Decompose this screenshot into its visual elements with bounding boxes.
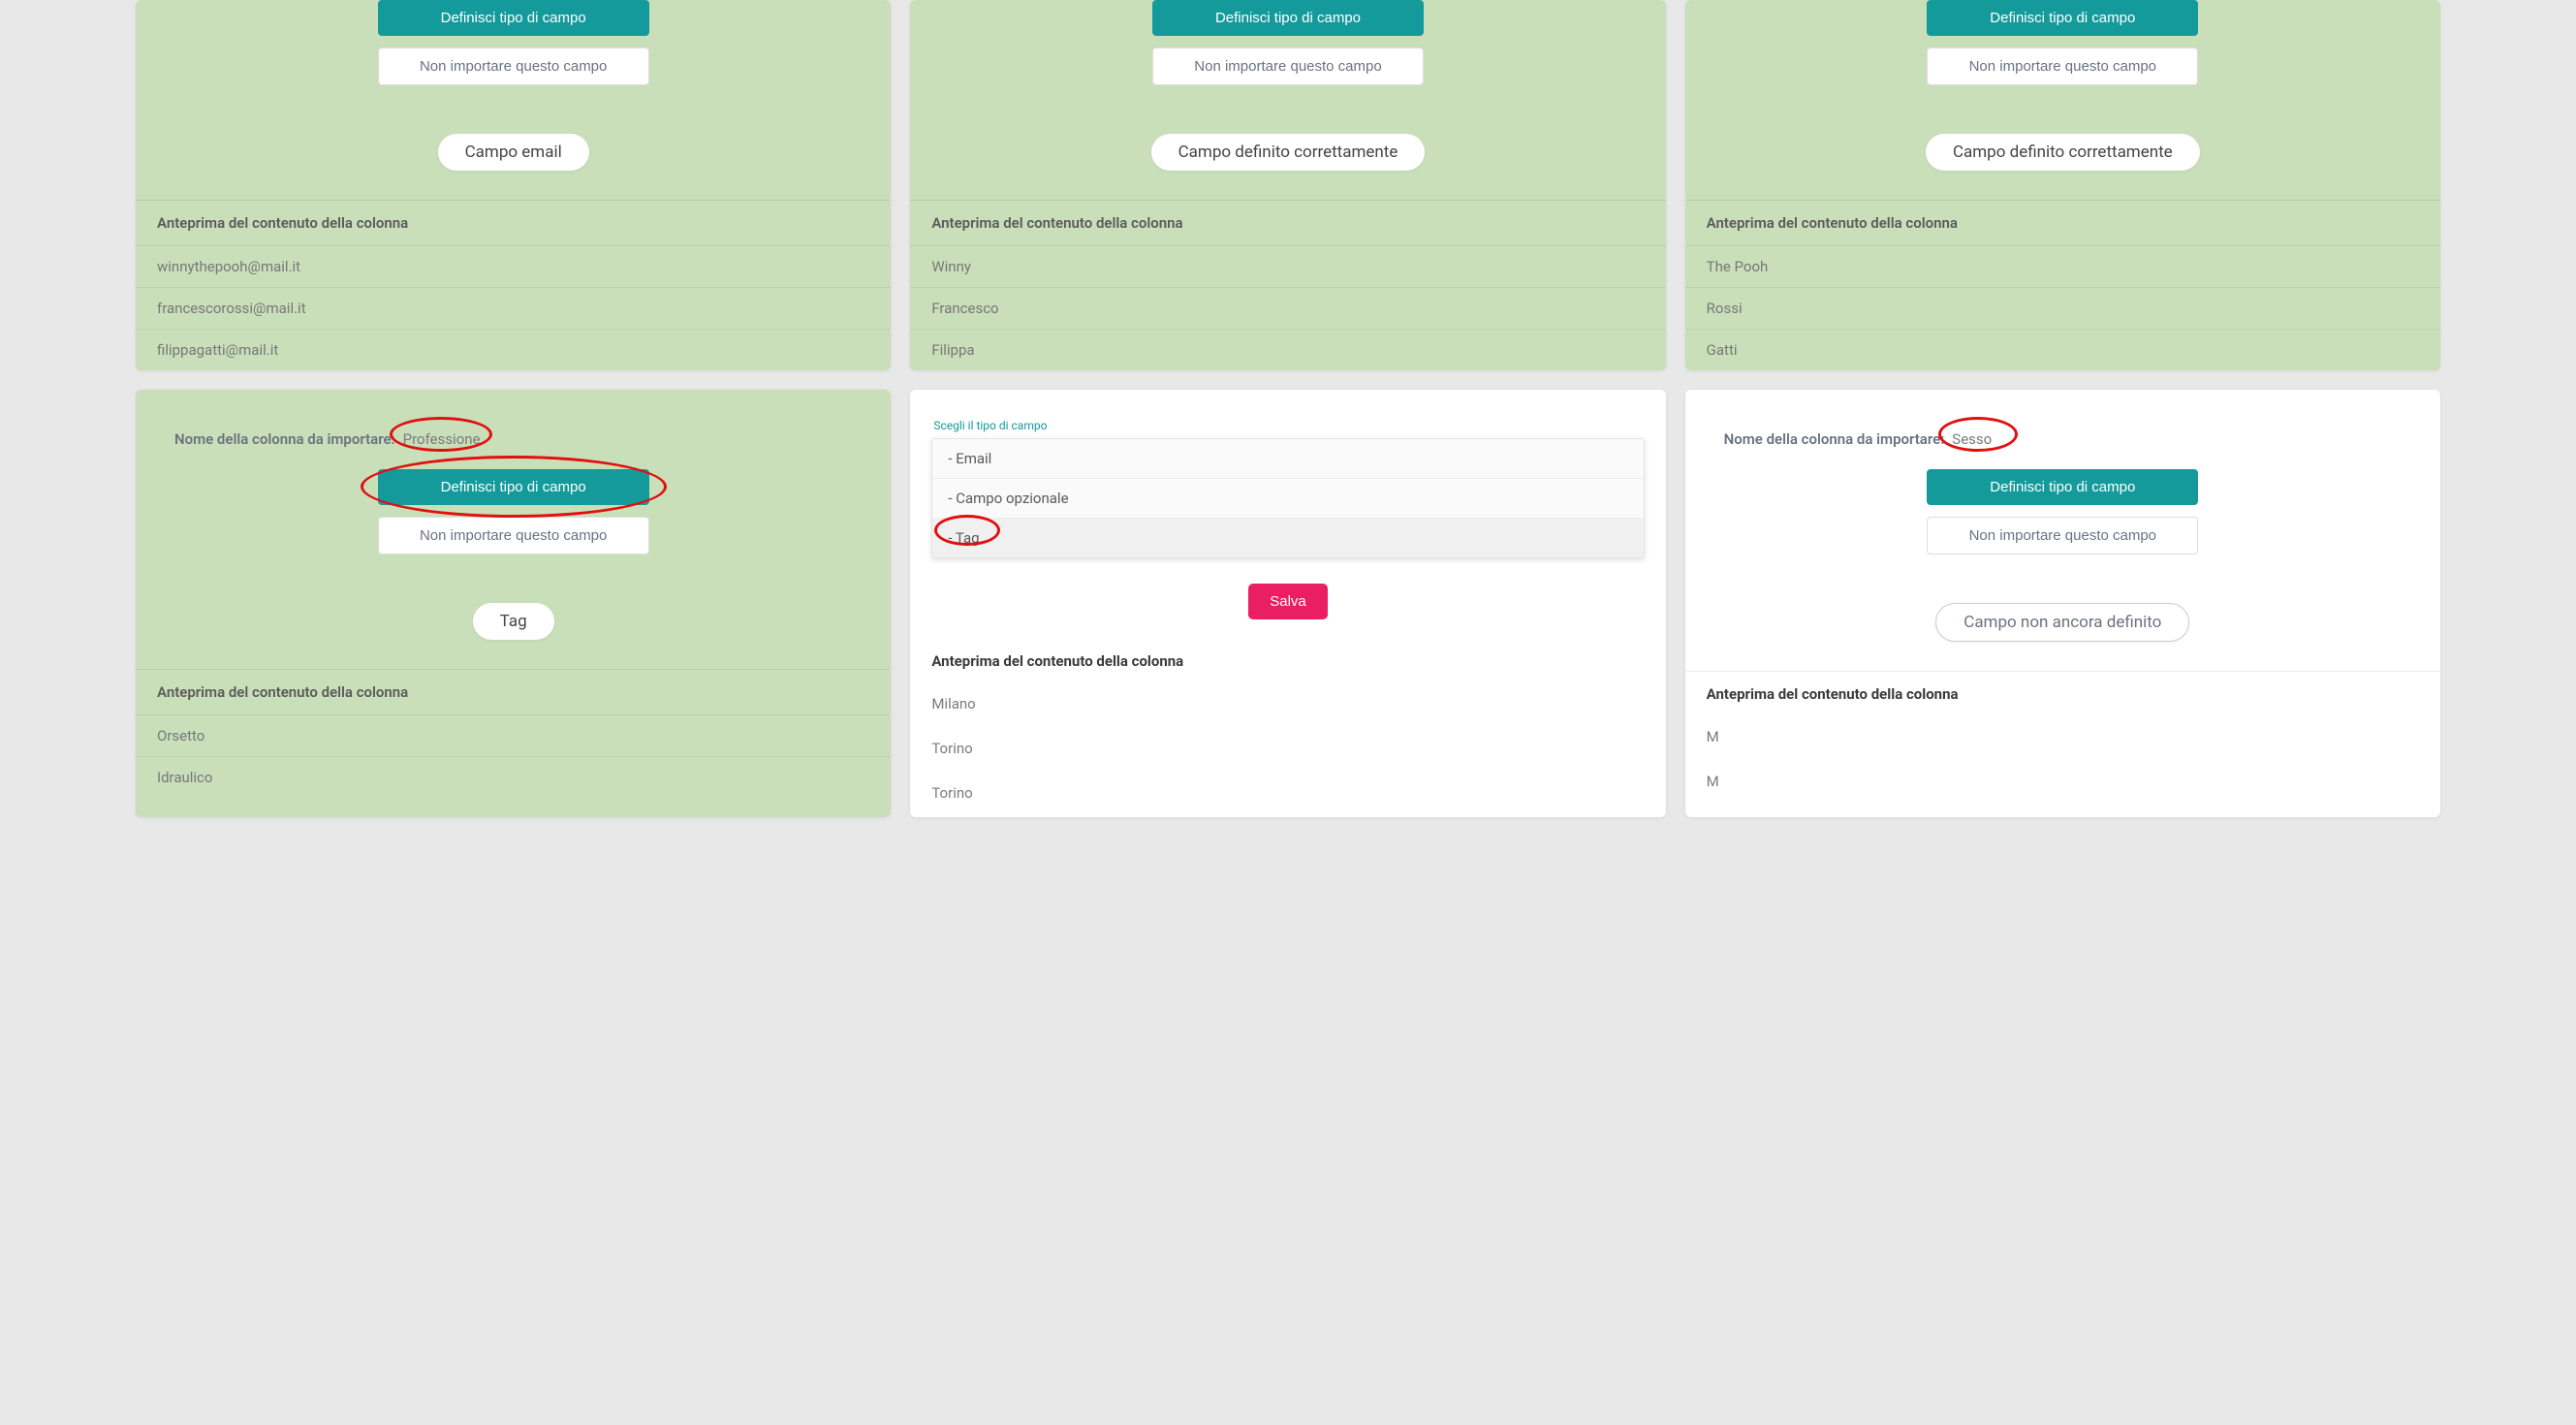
- ignore-field-button[interactable]: Non importare questo campo: [1927, 48, 2198, 85]
- ignore-field-button[interactable]: Non importare questo campo: [1927, 517, 2198, 554]
- status-pill-defined: Campo definito correttamente: [1926, 134, 2200, 171]
- preview-row: Idraulico: [136, 756, 891, 798]
- save-button[interactable]: Salva: [1248, 584, 1328, 619]
- status-pill-email: Campo email: [438, 134, 589, 171]
- preview-row: M: [1685, 716, 2440, 761]
- column-card-lastname: Definisci tipo di campo Non importare qu…: [1685, 0, 2440, 370]
- cards-grid: Definisci tipo di campo Non importare qu…: [0, 0, 2576, 837]
- preview-header: Anteprima del contenuto della colonna: [1685, 672, 2440, 716]
- select-label: Scegli il tipo di campo: [931, 419, 1644, 432]
- define-field-button[interactable]: Definisci tipo di campo: [1152, 0, 1424, 36]
- ignore-field-button[interactable]: Non importare questo campo: [378, 48, 649, 85]
- ignore-field-button[interactable]: Non importare questo campo: [1152, 48, 1424, 85]
- status-pill-defined: Campo definito correttamente: [1151, 134, 1426, 171]
- column-name-row: Nome della colonna da importare: Profess…: [174, 428, 852, 450]
- preview-row: The Pooh: [1685, 245, 2440, 287]
- preview-row: Winny: [910, 245, 1665, 287]
- dropdown-option-optional[interactable]: - Campo opzionale: [932, 479, 1643, 519]
- preview-header: Anteprima del contenuto della colonna: [910, 639, 1665, 683]
- preview-row: winnythepooh@mail.it: [136, 245, 891, 287]
- column-name-value: Professione: [403, 428, 481, 450]
- column-name-row: Nome della colonna da importare: Sesso: [1724, 428, 2402, 450]
- preview-row: M: [1685, 761, 2440, 806]
- preview-section: Anteprima del contenuto della colonna wi…: [136, 200, 891, 370]
- preview-row: Torino: [910, 773, 1665, 817]
- preview-section: Anteprima del contenuto della colonna Th…: [1685, 200, 2440, 370]
- define-field-button[interactable]: Definisci tipo di campo: [378, 0, 649, 36]
- column-card-citta-dropdown: Scegli il tipo di campo - Email - Campo …: [910, 390, 1665, 817]
- preview-section: Anteprima del contenuto della colonna Mi…: [910, 639, 1665, 817]
- preview-header: Anteprima del contenuto della colonna: [136, 669, 891, 714]
- column-card-firstname: Definisci tipo di campo Non importare qu…: [910, 0, 1665, 370]
- preview-row: Rossi: [1685, 287, 2440, 329]
- status-pill-tag: Tag: [473, 603, 554, 640]
- dropdown-option-email[interactable]: - Email: [932, 439, 1643, 479]
- preview-row: Milano: [910, 683, 1665, 728]
- preview-row: Torino: [910, 728, 1665, 773]
- define-field-button[interactable]: Definisci tipo di campo: [1927, 0, 2198, 36]
- status-pill-undefined: Campo non ancora definito: [1935, 603, 2189, 642]
- ignore-field-button[interactable]: Non importare questo campo: [378, 517, 649, 554]
- preview-section: Anteprima del contenuto della colonna Wi…: [910, 200, 1665, 370]
- column-card-sesso: Nome della colonna da importare: Sesso D…: [1685, 390, 2440, 817]
- preview-header: Anteprima del contenuto della colonna: [910, 200, 1665, 245]
- preview-section: Anteprima del contenuto della colonna Or…: [136, 669, 891, 798]
- define-field-button[interactable]: Definisci tipo di campo: [1927, 469, 2198, 505]
- dropdown-option-tag[interactable]: - Tag: [932, 519, 1643, 557]
- preview-row: filippagatti@mail.it: [136, 329, 891, 370]
- preview-row: Filippa: [910, 329, 1665, 370]
- field-type-dropdown[interactable]: - Email - Campo opzionale - Tag: [931, 438, 1644, 558]
- preview-row: Orsetto: [136, 714, 891, 756]
- preview-section: Anteprima del contenuto della colonna M …: [1685, 671, 2440, 806]
- column-label: Nome della colonna da importare:: [1724, 430, 1945, 448]
- preview-header: Anteprima del contenuto della colonna: [136, 200, 891, 245]
- preview-header: Anteprima del contenuto della colonna: [1685, 200, 2440, 245]
- column-label: Nome della colonna da importare:: [174, 430, 395, 448]
- preview-row: Francesco: [910, 287, 1665, 329]
- preview-row: Gatti: [1685, 329, 2440, 370]
- column-card-professione: Nome della colonna da importare: Profess…: [136, 390, 891, 817]
- column-name-value: Sesso: [1952, 428, 1992, 450]
- column-card-email: Definisci tipo di campo Non importare qu…: [136, 0, 891, 370]
- define-field-button[interactable]: Definisci tipo di campo: [378, 469, 649, 505]
- preview-row: francescorossi@mail.it: [136, 287, 891, 329]
